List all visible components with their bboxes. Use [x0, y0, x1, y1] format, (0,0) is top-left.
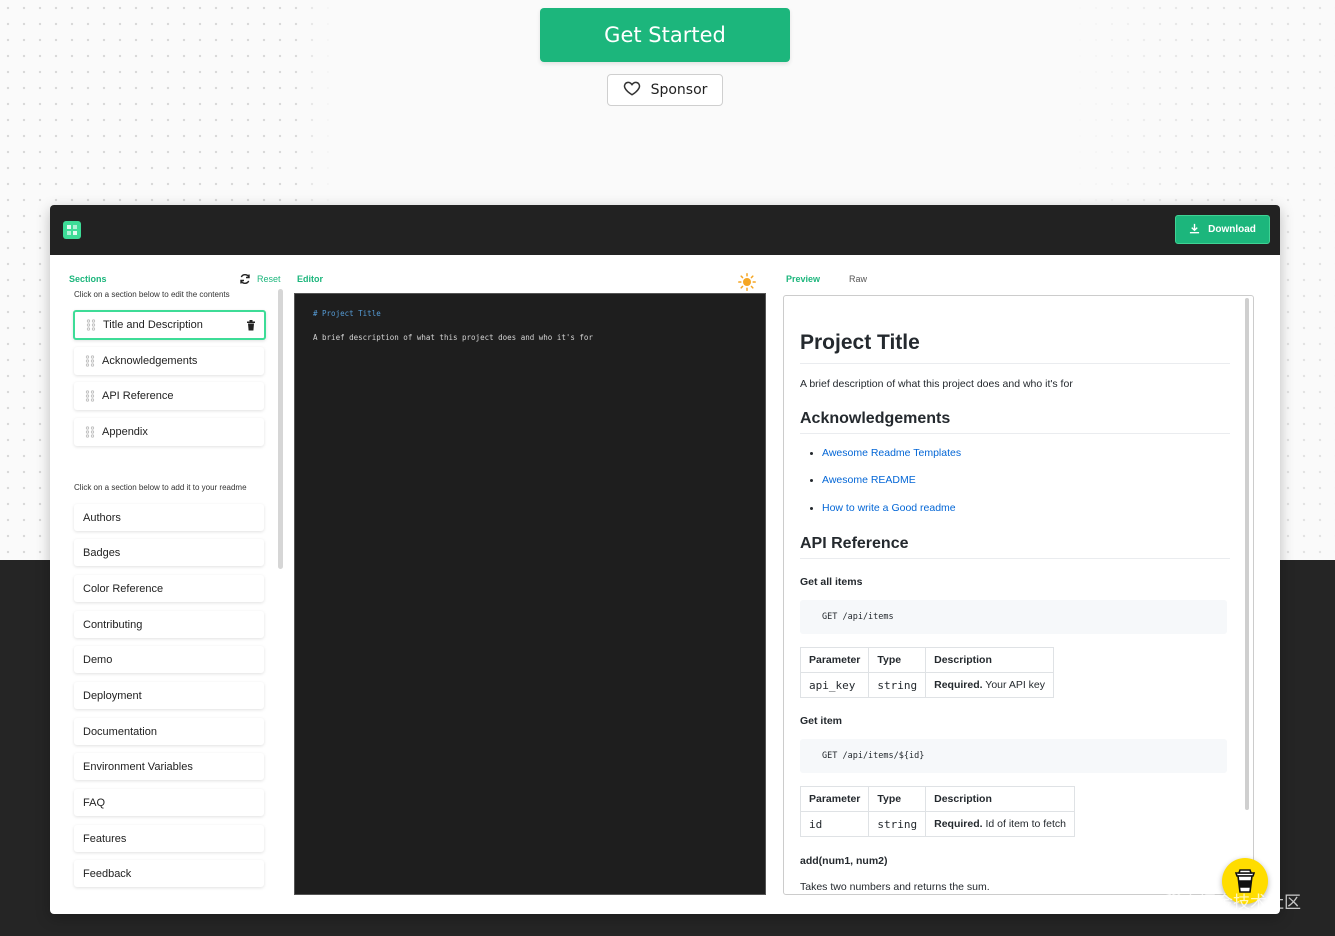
readme-preview: Project Title A brief description of wha…	[783, 295, 1254, 895]
app-header: Download	[50, 205, 1280, 255]
table-row: id string Required. Id of item to fetch	[799, 811, 1076, 837]
logo-icon[interactable]	[63, 221, 81, 239]
add-function-title: add(num1, num2)	[800, 855, 888, 867]
editor-line-heading[interactable]: # Project Title	[313, 309, 381, 318]
download-label: Download	[1208, 224, 1256, 235]
divider	[800, 433, 1230, 434]
tab-preview[interactable]: Preview	[786, 274, 820, 284]
reset-button[interactable]: Reset	[239, 273, 281, 285]
add-section-deployment[interactable]: Deployment	[74, 682, 264, 709]
add-function-description: Takes two numbers and returns the sum.	[800, 881, 990, 893]
param-cell: api_key	[799, 672, 870, 698]
divider	[800, 558, 1230, 559]
params-table: Parameter Type Description id string Req…	[799, 786, 1076, 837]
description-text: Id of item to fetch	[982, 818, 1067, 830]
params-table: Parameter Type Description api_key strin…	[799, 647, 1055, 698]
table-header: Type	[868, 647, 927, 673]
add-section-color-reference[interactable]: Color Reference	[74, 575, 264, 602]
add-section-demo[interactable]: Demo	[74, 646, 264, 673]
ack-link-awesome-readme[interactable]: Awesome README	[810, 474, 916, 486]
section-item-api-reference[interactable]: API Reference	[74, 382, 264, 410]
table-header: Parameter	[799, 647, 870, 673]
editor-line-description[interactable]: A brief description of what this project…	[313, 333, 593, 342]
table-header: Parameter	[799, 786, 870, 812]
section-item-label: Appendix	[102, 426, 148, 438]
drag-handle-icon[interactable]	[85, 426, 95, 438]
code-block: GET /api/items	[800, 600, 1227, 634]
preview-description: A brief description of what this project…	[800, 378, 1073, 390]
preview-title: Project Title	[800, 331, 920, 354]
section-item-label: Title and Description	[103, 319, 203, 331]
code-block: GET /api/items/${id}	[800, 739, 1227, 773]
param-cell: id	[799, 811, 870, 837]
get-all-items-title: Get all items	[800, 576, 863, 588]
sun-icon[interactable]	[738, 273, 756, 291]
get-started-button[interactable]: Get Started	[540, 8, 790, 62]
readme-editor-app: Download Sections Reset Click on a secti…	[50, 205, 1280, 914]
add-section-contributing[interactable]: Contributing	[74, 611, 264, 638]
type-cell: string	[868, 811, 927, 837]
add-section-documentation[interactable]: Documentation	[74, 718, 264, 745]
acknowledgements-heading: Acknowledgements	[800, 410, 951, 427]
watermark: @稀土掘金技术社区	[1148, 893, 1301, 913]
download-icon	[1189, 223, 1200, 237]
sections-title: Sections	[69, 274, 107, 284]
add-section-feedback[interactable]: Feedback	[74, 860, 264, 887]
add-section-environment-variables[interactable]: Environment Variables	[74, 753, 264, 780]
description-text: Your API key	[982, 679, 1046, 691]
ack-link-good-readme[interactable]: How to write a Good readme	[810, 502, 956, 514]
add-section-badges[interactable]: Badges	[74, 539, 264, 566]
type-cell: string	[868, 672, 927, 698]
section-item-acknowledgements[interactable]: Acknowledgements	[74, 347, 264, 375]
tab-raw[interactable]: Raw	[849, 274, 867, 284]
markdown-editor[interactable]: # Project Title A brief description of w…	[294, 293, 766, 895]
table-row: api_key string Required. Your API key	[799, 672, 1055, 698]
table-header: Type	[868, 786, 927, 812]
description-cell: Required. Id of item to fetch	[925, 811, 1076, 837]
add-hint: Click on a section below to add it to yo…	[74, 483, 247, 492]
section-item-title-and-description[interactable]: Title and Description	[73, 310, 266, 340]
divider	[800, 363, 1230, 364]
sponsor-button[interactable]: Sponsor	[607, 74, 723, 106]
reset-label: Reset	[257, 274, 281, 284]
drag-handle-icon[interactable]	[85, 355, 95, 367]
sections-scrollbar[interactable]	[278, 289, 283, 569]
refresh-icon	[240, 274, 250, 284]
add-section-authors[interactable]: Authors	[74, 504, 264, 531]
preview-scrollbar[interactable]	[1245, 298, 1249, 810]
heart-icon	[623, 79, 641, 101]
required-label: Required.	[934, 679, 983, 691]
edit-hint: Click on a section below to edit the con…	[74, 290, 230, 299]
trash-icon[interactable]	[246, 320, 256, 331]
table-header: Description	[925, 647, 1055, 673]
sponsor-label: Sponsor	[650, 82, 708, 98]
drag-handle-icon[interactable]	[86, 319, 96, 331]
ack-link-awesome-readme-templates[interactable]: Awesome Readme Templates	[810, 447, 961, 459]
download-button[interactable]: Download	[1175, 215, 1270, 244]
section-item-appendix[interactable]: Appendix	[74, 418, 264, 446]
add-section-faq[interactable]: FAQ	[74, 789, 264, 816]
required-label: Required.	[934, 818, 983, 830]
section-item-label: Acknowledgements	[102, 355, 198, 367]
description-cell: Required. Your API key	[925, 672, 1055, 698]
get-item-title: Get item	[800, 715, 843, 727]
editor-title: Editor	[297, 274, 323, 284]
section-item-label: API Reference	[102, 390, 174, 402]
add-section-features[interactable]: Features	[74, 825, 264, 852]
drag-handle-icon[interactable]	[85, 390, 95, 402]
api-reference-heading: API Reference	[800, 535, 909, 552]
table-header: Description	[925, 786, 1076, 812]
